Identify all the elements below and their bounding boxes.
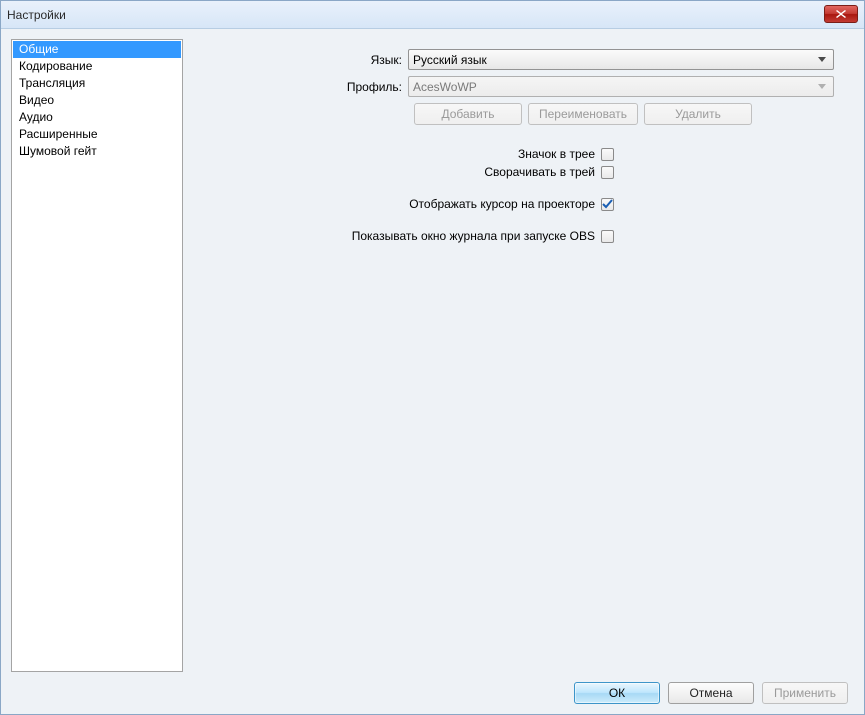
ok-button[interactable]: ОК: [574, 682, 660, 704]
window-title: Настройки: [7, 8, 66, 22]
profile-row: Профиль: AcesWoWP: [211, 76, 834, 97]
sidebar-item-label: Трансляция: [19, 76, 85, 90]
tray-icon-checkbox[interactable]: [601, 148, 614, 161]
cursor-row: Отображать курсор на проекторе: [211, 197, 834, 211]
sidebar-item-noise-gate[interactable]: Шумовой гейт: [13, 143, 181, 160]
general-panel: Язык: Русский язык Профиль: AcesWoWP: [191, 39, 854, 672]
sidebar-item-general[interactable]: Общие: [13, 41, 181, 58]
sidebar-item-audio[interactable]: Аудио: [13, 109, 181, 126]
rename-profile-button[interactable]: Переименовать: [528, 103, 638, 125]
chevron-down-icon: [815, 84, 829, 89]
button-label: Переименовать: [539, 107, 627, 121]
cursor-label: Отображать курсор на проекторе: [211, 197, 601, 211]
client-area: Общие Кодирование Трансляция Видео Аудио…: [1, 29, 864, 714]
button-label: Добавить: [441, 107, 494, 121]
sidebar-item-encoding[interactable]: Кодирование: [13, 58, 181, 75]
sidebar-item-advanced[interactable]: Расширенные: [13, 126, 181, 143]
tray-icon-label: Значок в трее: [211, 147, 601, 161]
sidebar-item-label: Кодирование: [19, 59, 92, 73]
settings-window: Настройки Общие Кодирование Трансляция В…: [0, 0, 865, 715]
language-label: Язык:: [211, 53, 408, 67]
cancel-button[interactable]: Отмена: [668, 682, 754, 704]
log-window-checkbox[interactable]: [601, 230, 614, 243]
sidebar-item-label: Видео: [19, 93, 54, 107]
button-label: Применить: [774, 686, 836, 700]
minimize-tray-label: Сворачивать в трей: [211, 165, 601, 179]
close-icon: [836, 10, 846, 18]
sidebar-item-video[interactable]: Видео: [13, 92, 181, 109]
sidebar-item-label: Аудио: [19, 110, 53, 124]
profile-value: AcesWoWP: [413, 80, 815, 94]
cursor-checkbox[interactable]: [601, 198, 614, 211]
add-profile-button[interactable]: Добавить: [414, 103, 522, 125]
check-icon: [602, 199, 613, 210]
tray-icon-row: Значок в трее: [211, 147, 834, 161]
language-select[interactable]: Русский язык: [408, 49, 834, 70]
profile-label: Профиль:: [211, 80, 408, 94]
profile-select[interactable]: AcesWoWP: [408, 76, 834, 97]
close-button[interactable]: [824, 5, 858, 23]
button-label: Отмена: [689, 686, 732, 700]
sidebar-item-label: Общие: [19, 42, 58, 56]
language-value: Русский язык: [413, 53, 815, 67]
titlebar: Настройки: [1, 1, 864, 29]
profile-buttons: Добавить Переименовать Удалить: [414, 103, 834, 125]
language-row: Язык: Русский язык: [211, 49, 834, 70]
minimize-tray-checkbox[interactable]: [601, 166, 614, 179]
button-label: Удалить: [675, 107, 721, 121]
button-label: ОК: [609, 686, 625, 700]
sidebar-item-label: Шумовой гейт: [19, 144, 97, 158]
category-sidebar[interactable]: Общие Кодирование Трансляция Видео Аудио…: [11, 39, 183, 672]
delete-profile-button[interactable]: Удалить: [644, 103, 752, 125]
apply-button[interactable]: Применить: [762, 682, 848, 704]
chevron-down-icon: [815, 57, 829, 62]
log-window-row: Показывать окно журнала при запуске OBS: [211, 229, 834, 243]
sidebar-item-label: Расширенные: [19, 127, 98, 141]
footer: ОК Отмена Применить: [1, 672, 864, 714]
sidebar-item-broadcast[interactable]: Трансляция: [13, 75, 181, 92]
log-window-label: Показывать окно журнала при запуске OBS: [211, 229, 601, 243]
minimize-tray-row: Сворачивать в трей: [211, 165, 834, 179]
body: Общие Кодирование Трансляция Видео Аудио…: [1, 29, 864, 672]
